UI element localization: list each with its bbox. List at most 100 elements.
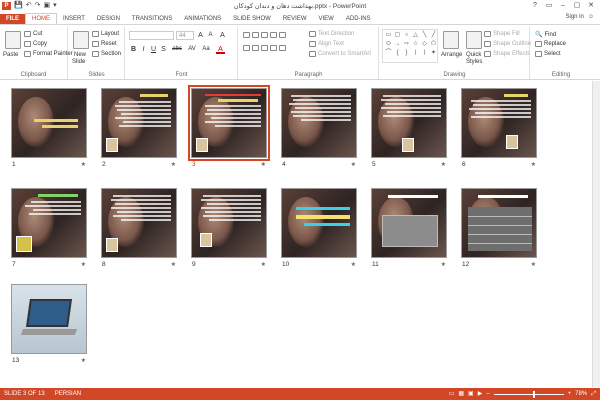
strikethrough-button[interactable]: abc <box>170 45 184 54</box>
slide-thumbnail-6[interactable]: 6 ★ <box>461 88 537 168</box>
slide-thumbnail-8[interactable]: 8 ★ <box>101 188 177 268</box>
animation-star-icon[interactable]: ★ <box>171 161 176 168</box>
right-brace-shape-icon[interactable]: } <box>402 49 411 58</box>
minimize-button[interactable]: – <box>556 0 570 11</box>
character-spacing-button[interactable]: AV <box>186 45 198 54</box>
left-brace-shape-icon[interactable]: { <box>393 49 402 58</box>
tab-add-ins[interactable]: ADD-INS <box>340 14 377 24</box>
tab-view[interactable]: VIEW <box>313 14 340 24</box>
animation-star-icon[interactable]: ★ <box>351 161 356 168</box>
zoom-out-button[interactable]: – <box>486 388 489 400</box>
language-indicator[interactable]: PERSIAN <box>55 388 81 400</box>
underline-button[interactable]: U <box>149 45 158 54</box>
help-button[interactable]: ? <box>528 0 542 11</box>
slide-preview[interactable] <box>281 188 357 258</box>
find-button[interactable]: 🔍 Find <box>535 31 556 39</box>
fit-slide-icon[interactable]: ⤢ <box>591 388 596 400</box>
zoom-slider-handle[interactable] <box>532 390 535 398</box>
replace-button[interactable]: Replace <box>535 41 566 47</box>
layout-button[interactable]: Layout <box>92 31 119 37</box>
text-direction-button[interactable]: Text Direction <box>309 31 354 37</box>
slide-thumbnail-9[interactable]: 9 ★ <box>191 188 267 268</box>
shadow-button[interactable]: S <box>159 45 168 54</box>
tab-transitions[interactable]: TRANSITIONS <box>126 14 178 24</box>
slide-preview[interactable] <box>281 88 357 158</box>
slide-preview[interactable] <box>11 88 87 158</box>
shape-fill-button[interactable]: Shape Fill <box>484 31 520 37</box>
slide-thumbnail-5[interactable]: 5 ★ <box>371 88 447 168</box>
font-size-select[interactable]: 44 <box>176 31 194 40</box>
zoom-slider[interactable] <box>493 390 564 398</box>
shapes-gallery[interactable]: ▭ ▢ ○ △ ╲ ╱ ⬭ → ⇨ ☆ ◇ ⬠ ⌒ { } ⟨ ⟩ ✦ <box>382 29 438 63</box>
slide-preview[interactable] <box>101 88 177 158</box>
quick-styles-button[interactable]: Quick <box>466 52 481 58</box>
animation-star-icon[interactable]: ★ <box>441 261 446 268</box>
sign-in-link[interactable]: Sign in <box>566 14 584 20</box>
tab-design[interactable]: DESIGN <box>91 14 126 24</box>
slide-thumbnail-13[interactable]: 13 ★ <box>11 284 87 364</box>
slide-preview[interactable] <box>461 88 537 158</box>
ellipse-shape-icon[interactable]: ⬭ <box>384 40 393 49</box>
pentagon-shape-icon[interactable]: ⬠ <box>429 40 438 49</box>
line-shape-icon[interactable]: ╲ <box>420 31 429 40</box>
cut-button[interactable]: Cut <box>24 31 42 37</box>
format-painter-button[interactable]: Format Painter <box>24 51 73 57</box>
zoom-level[interactable]: 78% <box>575 388 587 400</box>
diamond-shape-icon[interactable]: ◇ <box>420 40 429 49</box>
tab-slide-show[interactable]: SLIDE SHOW <box>227 14 277 24</box>
copy-button[interactable]: Copy <box>24 41 47 47</box>
reading-view-icon[interactable]: ▣ <box>468 388 474 400</box>
slide-thumbnail-11[interactable]: 11 ★ <box>371 188 447 268</box>
change-case-button[interactable]: Aa <box>200 45 212 54</box>
slide-thumbnail-1[interactable]: 1 ★ <box>11 88 87 168</box>
animation-star-icon[interactable]: ★ <box>261 261 266 268</box>
ribbon-display-button[interactable]: ▭ <box>542 0 556 11</box>
animation-star-icon[interactable]: ★ <box>81 357 86 364</box>
paste-button[interactable]: Paste <box>3 52 18 58</box>
section-button[interactable]: Section <box>92 51 121 57</box>
animation-star-icon[interactable]: ★ <box>171 261 176 268</box>
tab-insert[interactable]: INSERT <box>57 14 91 24</box>
select-button[interactable]: Select <box>535 51 561 57</box>
animation-star-icon[interactable]: ★ <box>81 261 86 268</box>
block-arrow-shape-icon[interactable]: ⇨ <box>402 40 411 49</box>
clear-formatting-button[interactable]: A <box>218 31 227 40</box>
burst-shape-icon[interactable]: ✦ <box>429 49 438 58</box>
zoom-in-button[interactable]: + <box>568 388 572 400</box>
grow-font-button[interactable]: A <box>196 31 205 40</box>
animation-star-icon[interactable]: ★ <box>351 261 356 268</box>
animation-star-icon[interactable]: ★ <box>531 161 536 168</box>
animation-star-icon[interactable]: ★ <box>441 161 446 168</box>
bold-button[interactable]: B <box>129 45 138 54</box>
align-text-button[interactable]: Align Text <box>309 41 344 47</box>
shape-effects-button[interactable]: Shape Effects <box>484 51 530 57</box>
convert-smartart-button[interactable]: Convert to SmartArt <box>309 51 371 57</box>
slide-thumbnail-7[interactable]: 7 ★ <box>11 188 87 268</box>
slide-preview[interactable] <box>101 188 177 258</box>
arc-shape-icon[interactable]: ⌒ <box>384 49 393 58</box>
maximize-button[interactable]: ▢ <box>570 0 584 11</box>
slide-thumbnail-4[interactable]: 4 ★ <box>281 88 357 168</box>
tab-review[interactable]: REVIEW <box>277 14 313 24</box>
vertical-scrollbar[interactable] <box>592 81 600 387</box>
animation-star-icon[interactable]: ★ <box>81 161 86 168</box>
tab-file[interactable]: FILE <box>0 14 25 24</box>
italic-button[interactable]: I <box>139 45 148 54</box>
slide-preview[interactable] <box>371 88 447 158</box>
slide-thumbnail-2[interactable]: 2 ★ <box>101 88 177 168</box>
star-shape-icon[interactable]: ☆ <box>411 40 420 49</box>
bullets-button[interactable] <box>243 32 286 38</box>
slide-preview[interactable] <box>461 188 537 258</box>
left-bracket-shape-icon[interactable]: ⟨ <box>411 49 420 58</box>
slide-preview-selected[interactable] <box>188 85 270 161</box>
tab-animations[interactable]: ANIMATIONS <box>178 14 227 24</box>
slide-thumbnail-10[interactable]: 10 ★ <box>281 188 357 268</box>
slide-preview[interactable] <box>11 188 87 258</box>
shrink-font-button[interactable]: A <box>206 31 215 40</box>
tab-home[interactable]: HOME <box>25 13 57 24</box>
slide-thumbnail-12[interactable]: 12 ★ <box>461 188 537 268</box>
alignment-buttons[interactable] <box>243 45 286 51</box>
animation-star-icon[interactable]: ★ <box>261 161 266 168</box>
normal-view-icon[interactable]: ▭ <box>449 388 455 400</box>
slide-thumbnail-3[interactable]: 3 ★ <box>188 85 270 168</box>
